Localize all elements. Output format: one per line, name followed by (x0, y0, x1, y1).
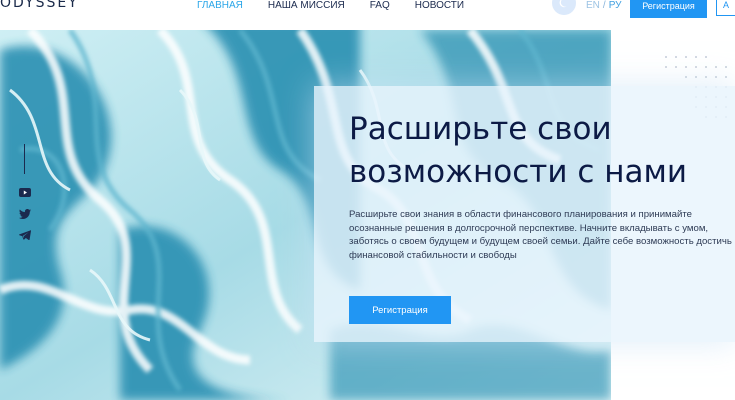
nav-news[interactable]: НОВОСТИ (415, 0, 464, 14)
nav-faq[interactable]: FAQ (370, 0, 390, 14)
hero-title: Расширьте свои возможности с нами (349, 108, 729, 194)
nav-home[interactable]: ГЛАВНАЯ (197, 0, 243, 14)
hero-register-button[interactable]: Регистрация (349, 296, 451, 324)
youtube-icon (19, 187, 31, 197)
nav-mission[interactable]: НАША МИССИЯ (268, 0, 345, 14)
hero-title-line1: Расширьте свои (349, 111, 612, 147)
telegram-icon (19, 230, 31, 240)
twitter-icon (19, 209, 31, 219)
theme-toggle-button[interactable] (552, 0, 576, 15)
youtube-link[interactable] (18, 186, 32, 198)
lang-en[interactable]: EN (586, 0, 600, 11)
lang-separator: / (602, 0, 606, 11)
header-login-button[interactable]: А (716, 0, 735, 16)
hero-description: Расширьте свои знания в области финансов… (349, 209, 732, 261)
logo[interactable]: ODYSSEY (0, 0, 79, 11)
social-divider-line (24, 144, 25, 174)
main-nav: ГЛАВНАЯ НАША МИССИЯ FAQ НОВОСТИ (197, 0, 489, 14)
header: ODYSSEY ГЛАВНАЯ НАША МИССИЯ FAQ НОВОСТИ … (0, 0, 735, 30)
language-switcher: EN / РУ (586, 0, 622, 12)
telegram-link[interactable] (18, 229, 32, 241)
twitter-link[interactable] (18, 208, 32, 220)
moon-icon (559, 0, 567, 8)
hero-title-line2: возможности с нами (349, 154, 688, 190)
header-register-button[interactable]: Регистрация (630, 0, 707, 18)
lang-ru[interactable]: РУ (609, 0, 622, 11)
